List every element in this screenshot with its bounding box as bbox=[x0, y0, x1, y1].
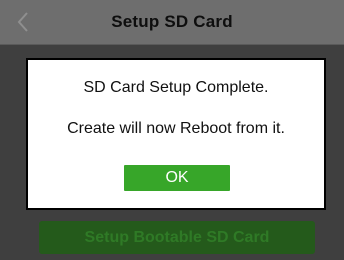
ok-button[interactable]: OK bbox=[124, 165, 230, 191]
dialog-message-complete: SD Card Setup Complete. bbox=[83, 79, 269, 96]
dialog-message-reboot: Create will now Reboot from it. bbox=[67, 120, 285, 137]
screen: Setup SD Card Setup Bootable SD Card SD … bbox=[0, 0, 344, 260]
setup-complete-dialog: SD Card Setup Complete. Create will now … bbox=[26, 58, 326, 210]
